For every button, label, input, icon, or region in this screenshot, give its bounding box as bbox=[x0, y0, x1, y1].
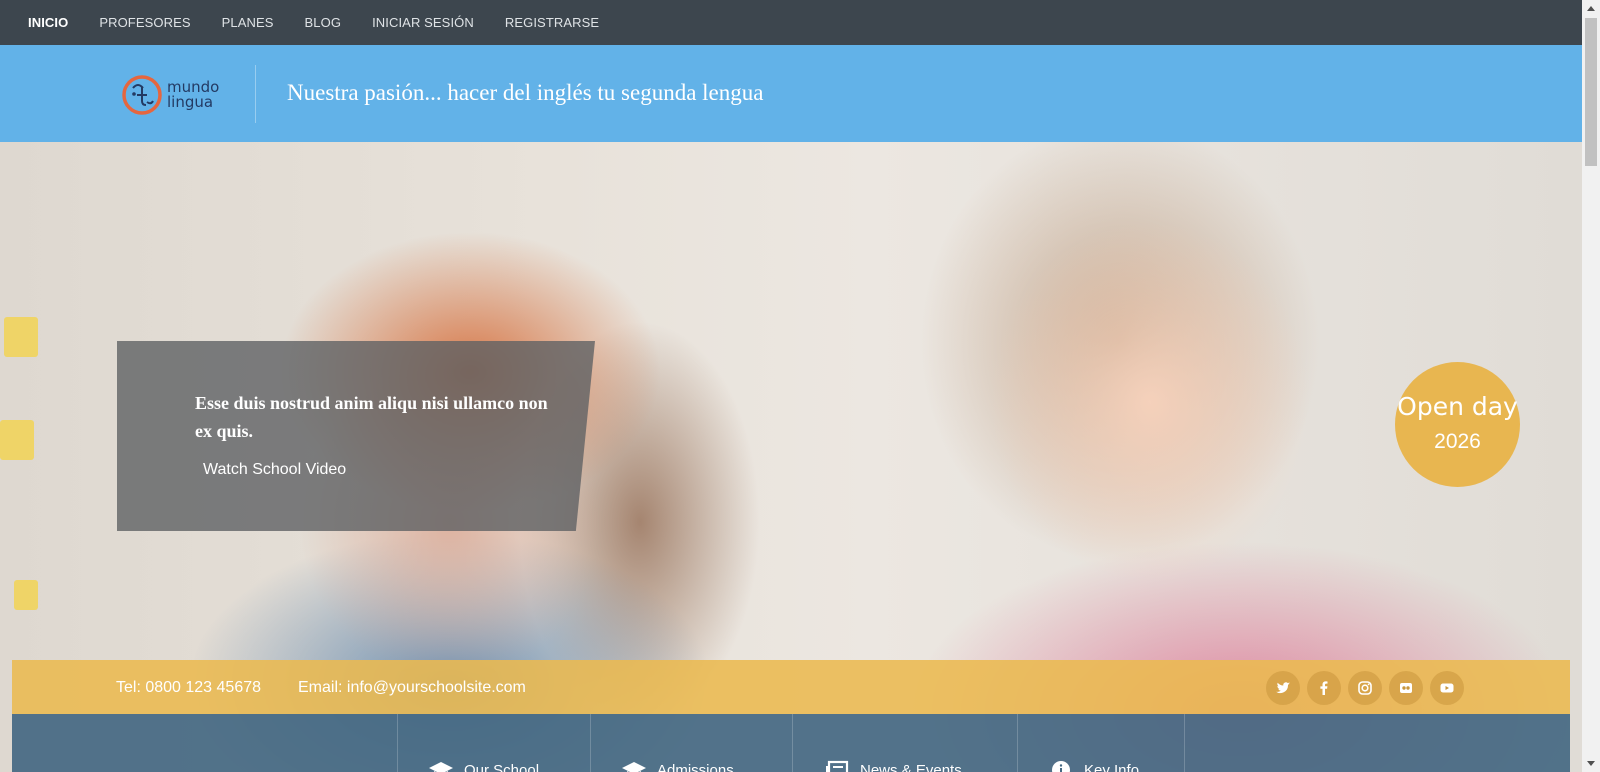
quick-link-our-school[interactable]: Our School bbox=[428, 760, 539, 772]
hero-photo-detail bbox=[0, 420, 34, 460]
hero-photo-detail bbox=[14, 580, 38, 610]
contact-bar: Tel: 0800 123 45678 Email: info@yourscho… bbox=[12, 660, 1570, 714]
flickr-icon[interactable] bbox=[1389, 671, 1423, 705]
quick-links-bar: Our School Admissions News & Events Key … bbox=[12, 714, 1570, 772]
youtube-icon[interactable] bbox=[1430, 671, 1464, 705]
quick-links-divider bbox=[1184, 714, 1185, 772]
scroll-up-arrow-icon[interactable] bbox=[1587, 6, 1595, 11]
site-header: mundo lingua Nuestra pasión... hacer del… bbox=[0, 45, 1582, 142]
page: INICIO PROFESORES PLANES BLOG INICIAR SE… bbox=[0, 0, 1600, 772]
open-day-label: Open day bbox=[1397, 392, 1518, 421]
instagram-icon[interactable] bbox=[1348, 671, 1382, 705]
nav-item-planes[interactable]: PLANES bbox=[222, 15, 274, 30]
open-day-badge[interactable]: Open day 2026 bbox=[1395, 362, 1520, 487]
quick-links-divider bbox=[590, 714, 591, 772]
quick-link-key-info[interactable]: Key Info bbox=[1048, 760, 1139, 772]
hero-headline: Esse duis nostrud anim aliqu nisi ullamc… bbox=[195, 393, 548, 441]
watch-school-video-link[interactable]: Watch School Video bbox=[203, 461, 346, 479]
nav-item-blog[interactable]: BLOG bbox=[305, 15, 342, 30]
graduation-cap-icon bbox=[429, 762, 453, 772]
scroll-down-arrow-icon[interactable] bbox=[1587, 761, 1595, 766]
quick-link-label: Admissions bbox=[657, 761, 734, 772]
quick-link-admissions[interactable]: Admissions bbox=[621, 760, 734, 772]
logo-mark-icon bbox=[122, 75, 162, 115]
logo-text: mundo lingua bbox=[167, 80, 219, 110]
hero-caption-box: Esse duis nostrud anim aliqu nisi ullamc… bbox=[117, 341, 595, 531]
logo-word-lingua: lingua bbox=[167, 93, 214, 111]
page-scrollbar[interactable] bbox=[1582, 0, 1600, 772]
site-logo[interactable]: mundo lingua bbox=[121, 73, 231, 117]
header-tagline: Nuestra pasión... hacer del inglés tu se… bbox=[287, 80, 764, 105]
quick-link-label: Our School bbox=[464, 761, 540, 772]
twitter-icon[interactable] bbox=[1266, 671, 1300, 705]
top-navigation: INICIO PROFESORES PLANES BLOG INICIAR SE… bbox=[0, 0, 1582, 45]
hero-photo-detail bbox=[4, 317, 38, 357]
quick-link-news-events[interactable]: News & Events bbox=[824, 760, 962, 772]
nav-item-inicio[interactable]: INICIO bbox=[28, 15, 68, 30]
quick-links-divider bbox=[1017, 714, 1018, 772]
contact-phone[interactable]: Tel: 0800 123 45678 bbox=[116, 679, 261, 697]
quick-links-divider bbox=[397, 714, 398, 772]
contact-email[interactable]: Email: info@yourschoolsite.com bbox=[298, 679, 526, 697]
header-divider bbox=[255, 65, 256, 123]
info-icon bbox=[1052, 761, 1070, 772]
scrollbar-thumb[interactable] bbox=[1585, 18, 1597, 166]
quick-link-label: Key Info bbox=[1084, 761, 1140, 772]
nav-item-registrarse[interactable]: REGISTRARSE bbox=[505, 15, 599, 30]
facebook-icon[interactable] bbox=[1307, 671, 1341, 705]
open-day-year: 2026 bbox=[1434, 430, 1481, 453]
social-links bbox=[1266, 671, 1471, 705]
nav-item-iniciar-sesion[interactable]: INICIAR SESIÓN bbox=[372, 15, 474, 30]
newspaper-icon bbox=[826, 760, 849, 772]
quick-links-divider bbox=[792, 714, 793, 772]
nav-item-profesores[interactable]: PROFESORES bbox=[99, 15, 190, 30]
quick-link-label: News & Events bbox=[860, 761, 962, 772]
mortarboard-icon bbox=[622, 762, 646, 772]
